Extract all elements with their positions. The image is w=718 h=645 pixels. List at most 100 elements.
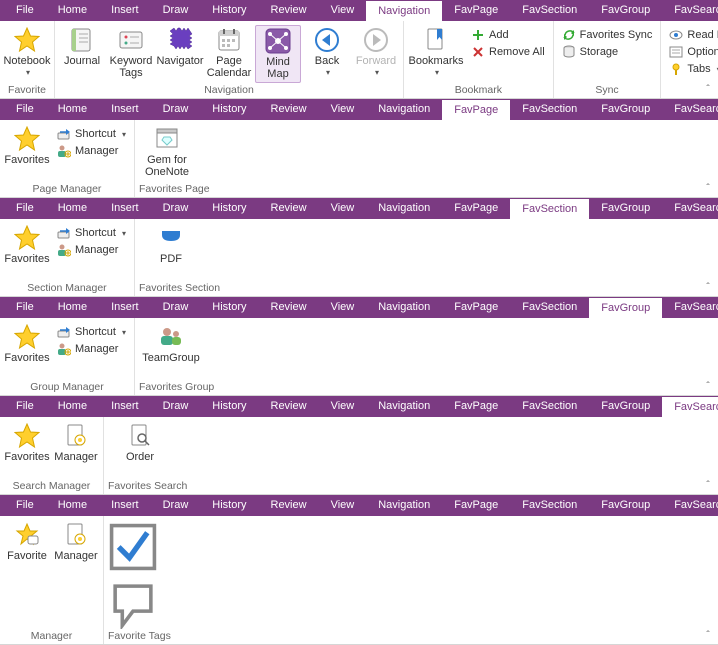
keyword-tags-button[interactable]: Keyword Tags <box>108 25 154 81</box>
tab-view[interactable]: View <box>319 297 367 318</box>
notebook-button[interactable]: Notebook ▾ <box>4 25 50 81</box>
manager-button[interactable]: Manager <box>53 242 130 258</box>
tab-draw[interactable]: Draw <box>151 495 201 516</box>
tab-favgroup[interactable]: FavGroup <box>589 99 662 120</box>
tab-favgroup[interactable]: FavGroup <box>589 396 662 417</box>
tab-favsearch[interactable]: FavSearch <box>662 495 718 516</box>
back-button[interactable]: Back ▾ <box>304 25 350 81</box>
tab-insert[interactable]: Insert <box>99 297 151 318</box>
tab-review[interactable]: Review <box>259 0 319 21</box>
tab-navigation[interactable]: Navigation <box>366 0 442 21</box>
collapse-ribbon-button[interactable]: ˆ <box>701 82 715 96</box>
read-mode-button[interactable]: Read Mode <box>665 27 718 43</box>
shortcut-button[interactable]: Shortcut▾ <box>53 225 130 241</box>
tab-favpage[interactable]: FavPage <box>442 396 510 417</box>
manager-button[interactable]: Manager <box>53 143 130 159</box>
order-button[interactable]: Order <box>108 421 172 465</box>
tab-review[interactable]: Review <box>259 396 319 417</box>
tab-insert[interactable]: Insert <box>99 198 151 219</box>
tab-home[interactable]: Home <box>46 99 99 120</box>
tab-view[interactable]: View <box>319 0 367 21</box>
favorites-button[interactable]: Favorites <box>4 223 50 267</box>
collapse-ribbon-button[interactable]: ˆ <box>701 478 715 492</box>
collapse-ribbon-button[interactable]: ˆ <box>701 280 715 294</box>
tab-favpage[interactable]: FavPage <box>442 0 510 21</box>
pdf-button[interactable]: PDF <box>139 223 203 267</box>
mind-map-button[interactable]: Mind Map <box>255 25 301 83</box>
journal-button[interactable]: Journal <box>59 25 105 69</box>
tab-insert[interactable]: Insert <box>99 495 151 516</box>
tab-draw[interactable]: Draw <box>151 297 201 318</box>
tab-view[interactable]: View <box>319 99 367 120</box>
favorites-sync-button[interactable]: Favorites Sync <box>558 27 657 43</box>
tab-review[interactable]: Review <box>259 297 319 318</box>
navigator-button[interactable]: Navigator <box>157 25 203 69</box>
tab-insert[interactable]: Insert <box>99 396 151 417</box>
tab-favsearch[interactable]: FavSearch <box>662 198 718 219</box>
tab-favsection[interactable]: FavSection <box>510 0 589 21</box>
tab-favsection[interactable]: FavSection <box>510 297 589 318</box>
shortcut-button[interactable]: Shortcut▾ <box>53 126 130 142</box>
tab-draw[interactable]: Draw <box>151 396 201 417</box>
tab-file[interactable]: File <box>4 99 46 120</box>
tab-history[interactable]: History <box>200 495 258 516</box>
tab-favsearch[interactable]: FavSearch <box>662 396 718 417</box>
tab-home[interactable]: Home <box>46 396 99 417</box>
storage-button[interactable]: Storage <box>558 44 657 60</box>
collapse-ribbon-button[interactable]: ˆ <box>701 628 715 642</box>
tab-draw[interactable]: Draw <box>151 99 201 120</box>
tab-favpage[interactable]: FavPage <box>442 495 510 516</box>
tab-home[interactable]: Home <box>46 297 99 318</box>
options-button[interactable]: Options <box>665 44 718 60</box>
tab-favgroup[interactable]: FavGroup <box>589 198 662 219</box>
tab-file[interactable]: File <box>4 297 46 318</box>
teamgroup-button[interactable]: TeamGroup <box>139 322 203 366</box>
tab-view[interactable]: View <box>319 396 367 417</box>
tab-insert[interactable]: Insert <box>99 0 151 21</box>
tab-navigation[interactable]: Navigation <box>366 495 442 516</box>
tab-home[interactable]: Home <box>46 198 99 219</box>
forward-button[interactable]: Forward ▾ <box>353 25 399 81</box>
tab-favsearch[interactable]: FavSearch <box>662 297 718 318</box>
tab-favgroup[interactable]: FavGroup <box>589 495 662 516</box>
bookmarks-button[interactable]: Bookmarks ▾ <box>408 25 464 81</box>
checkbox-icon[interactable] <box>108 522 158 572</box>
collapse-ribbon-button[interactable]: ˆ <box>701 379 715 393</box>
tab-navigation[interactable]: Navigation <box>366 198 442 219</box>
manager-button[interactable]: Manager <box>53 421 99 465</box>
tab-favpage[interactable]: FavPage <box>442 297 510 318</box>
tab-favsection[interactable]: FavSection <box>510 396 589 417</box>
favorites-button[interactable]: Favorites <box>4 421 50 465</box>
gem-onenote-button[interactable]: Gem for OneNote <box>139 124 195 180</box>
tabs-button[interactable]: Tabs▾ <box>665 61 718 77</box>
tab-history[interactable]: History <box>200 198 258 219</box>
tab-file[interactable]: File <box>4 198 46 219</box>
tab-file[interactable]: File <box>4 396 46 417</box>
tab-favsearch[interactable]: FavSearch <box>662 0 718 21</box>
tab-insert[interactable]: Insert <box>99 99 151 120</box>
page-calendar-button[interactable]: Page Calendar <box>206 25 252 81</box>
tab-navigation[interactable]: Navigation <box>366 99 442 120</box>
tab-favgroup[interactable]: FavGroup <box>589 297 662 318</box>
tab-favsection[interactable]: FavSection <box>510 495 589 516</box>
tab-history[interactable]: History <box>200 0 258 21</box>
tab-draw[interactable]: Draw <box>151 198 201 219</box>
tab-favsection[interactable]: FavSection <box>510 198 589 219</box>
tab-history[interactable]: History <box>200 99 258 120</box>
tab-favpage[interactable]: FavPage <box>442 99 510 120</box>
tab-favgroup[interactable]: FavGroup <box>589 0 662 21</box>
tab-history[interactable]: History <box>200 297 258 318</box>
tab-file[interactable]: File <box>4 0 46 21</box>
tab-favsearch[interactable]: FavSearch <box>662 99 718 120</box>
tab-favpage[interactable]: FavPage <box>442 198 510 219</box>
add-bookmark-button[interactable]: Add <box>467 27 549 43</box>
remove-all-button[interactable]: Remove All <box>467 44 549 60</box>
shortcut-button[interactable]: Shortcut▾ <box>53 324 130 340</box>
manager-button[interactable]: Manager <box>53 341 130 357</box>
manager-button[interactable]: Manager <box>53 520 99 564</box>
favorites-button[interactable]: Favorites <box>4 322 50 366</box>
tab-view[interactable]: View <box>319 198 367 219</box>
tab-navigation[interactable]: Navigation <box>366 297 442 318</box>
tab-review[interactable]: Review <box>259 495 319 516</box>
favorites-button[interactable]: Favorites <box>4 124 50 168</box>
